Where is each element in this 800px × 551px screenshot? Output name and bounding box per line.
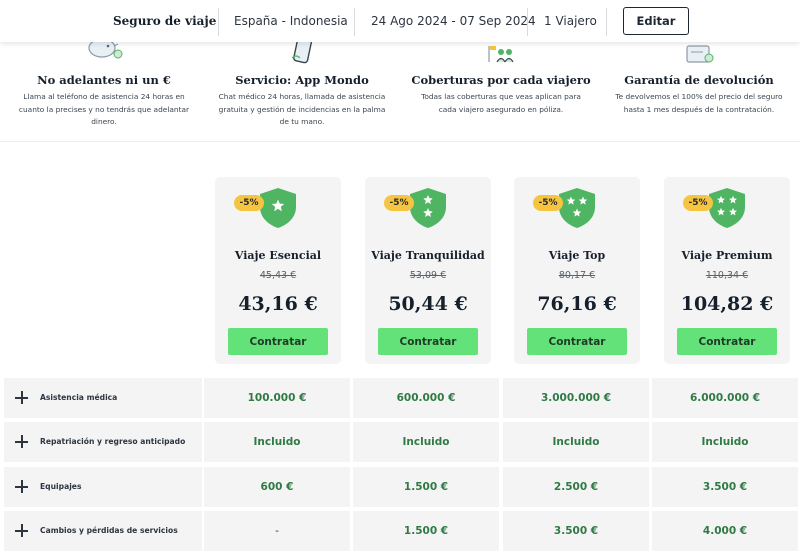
coverage-row: Cambios y pérdidas de servicios - 1.500 … — [0, 511, 800, 551]
coverage-value: 1.500 € — [353, 511, 499, 551]
coverage-label-cell: Equipajes — [4, 467, 202, 507]
plan-card-premium: -5% Viaje Premium 110,34 € 104,82 € Cont… — [664, 177, 790, 364]
feature-description: Te devolvemos el 100% del precio del seg… — [615, 92, 783, 114]
coverage-row: Equipajes 600 € 1.500 € 2.500 € 3.500 € — [0, 467, 800, 507]
coverage-label-cell: Cambios y pérdidas de servicios — [4, 511, 202, 551]
coverage-label: Asistencia médica — [40, 393, 118, 402]
discount-badge: -5% — [384, 195, 414, 211]
feature-description: Llama al teléfono de asistencia 24 horas… — [18, 92, 190, 126]
plan-price: 76,16 € — [537, 293, 617, 315]
phone-icon — [278, 42, 326, 64]
coverage-value: 3.500 € — [652, 467, 798, 507]
separator — [527, 8, 528, 36]
plus-icon[interactable] — [14, 523, 30, 539]
plus-icon[interactable] — [14, 390, 30, 406]
separator — [218, 8, 219, 36]
feature-title: Servicio: App Mondo — [235, 73, 369, 87]
contract-button[interactable]: Contratar — [378, 328, 478, 355]
feature-description: Todas las coberturas que veas aplican pa… — [421, 92, 581, 114]
coverage-value: Incluido — [204, 422, 350, 462]
edit-button[interactable]: Editar — [623, 7, 689, 35]
plan-name: Viaje Tranquilidad — [371, 249, 485, 262]
coverage-value: 100.000 € — [204, 378, 350, 418]
plus-icon[interactable] — [14, 434, 30, 450]
separator — [354, 8, 355, 36]
plan-old-price: 45,43 € — [259, 270, 297, 281]
plan-card-top: -5% Viaje Top 80,17 € 76,16 € Contratar — [514, 177, 640, 364]
plan-card-esencial: -5% Viaje Esencial 45,43 € 43,16 € Contr… — [215, 177, 341, 364]
destination-text: España - Indonesia — [234, 14, 348, 28]
coverage-label: Cambios y pérdidas de servicios — [40, 526, 178, 535]
coverage-value: 600.000 € — [353, 378, 499, 418]
coverage-value: 6.000.000 € — [652, 378, 798, 418]
travelers-text: 1 Viajero — [544, 14, 597, 28]
refund-icon — [675, 42, 723, 64]
plan-card-tranquilidad: -5% Viaje Tranquilidad 53,09 € 50,44 € C… — [365, 177, 491, 364]
contract-button[interactable]: Contratar — [677, 328, 777, 355]
plan-old-price: 80,17 € — [558, 270, 596, 281]
discount-badge: -5% — [683, 195, 713, 211]
coverage-label-cell: Asistencia médica — [4, 378, 202, 418]
contract-button[interactable]: Contratar — [228, 328, 328, 355]
shield-star-icon — [260, 188, 296, 228]
plan-price: 104,82 € — [680, 293, 774, 315]
coverage-label: Equipajes — [40, 482, 82, 491]
coverage-value: Incluido — [353, 422, 499, 462]
discount-badge: -5% — [533, 195, 563, 211]
page-title: Seguro de viaje — [113, 14, 217, 28]
shield-star-icon — [559, 188, 595, 228]
coverage-label: Repatriación y regreso anticipado — [40, 437, 186, 446]
discount-badge: -5% — [234, 195, 264, 211]
coverage-value: 3.000.000 € — [503, 378, 649, 418]
feature-title: Coberturas por cada viajero — [411, 73, 591, 87]
plan-name: Viaje Premium — [681, 249, 773, 262]
plan-name: Viaje Top — [548, 249, 606, 262]
coverage-row: Repatriación y regreso anticipado Inclui… — [0, 422, 800, 462]
top-bar: Seguro de viaje España - Indonesia 24 Ag… — [0, 0, 800, 42]
features-strip: No adelantes ni un € Llama al teléfono d… — [0, 42, 800, 142]
coverage-value: 4.000 € — [652, 511, 798, 551]
plan-price: 43,16 € — [238, 293, 318, 315]
coverage-value: 2.500 € — [503, 467, 649, 507]
coverage-value: 1.500 € — [353, 467, 499, 507]
shield-star-icon — [709, 188, 745, 228]
shield-star-icon — [410, 188, 446, 228]
feature-title: Garantía de devolución — [624, 73, 774, 87]
coverage-value: Incluido — [652, 422, 798, 462]
contract-button[interactable]: Contratar — [527, 328, 627, 355]
feature-description: Chat médico 24 horas, llamada de asisten… — [218, 92, 386, 126]
plan-old-price: 110,34 € — [705, 270, 749, 281]
plan-old-price: 53,09 € — [409, 270, 447, 281]
plan-price: 50,44 € — [388, 293, 468, 315]
travelers-icon — [477, 42, 525, 64]
coverage-row: Asistencia médica 100.000 € 600.000 € 3.… — [0, 378, 800, 418]
coverage-value: - — [204, 511, 350, 551]
piggy-bank-icon — [80, 42, 128, 64]
coverage-value: 600 € — [204, 467, 350, 507]
feature-title: No adelantes ni un € — [37, 73, 171, 87]
dates-text: 24 Ago 2024 - 07 Sep 2024 — [371, 14, 536, 28]
plus-icon[interactable] — [14, 479, 30, 495]
separator — [606, 8, 607, 36]
plan-name: Viaje Esencial — [234, 249, 322, 262]
coverage-value: 3.500 € — [503, 511, 649, 551]
coverage-label-cell: Repatriación y regreso anticipado — [4, 422, 202, 462]
coverage-value: Incluido — [503, 422, 649, 462]
